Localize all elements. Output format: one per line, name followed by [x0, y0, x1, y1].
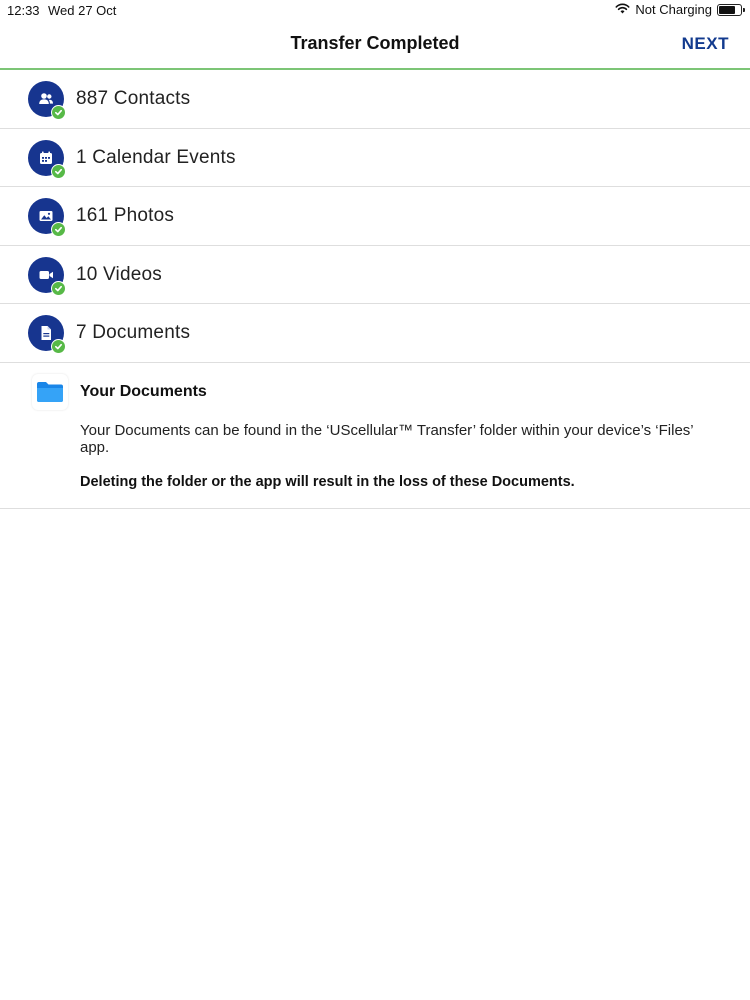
documents-info: Your Documents Your Documents can be fou…	[0, 363, 750, 509]
status-bar: 12:33 Wed 27 Oct Not Charging	[0, 0, 750, 20]
status-time: 12:33	[7, 3, 40, 18]
documents-info-warning: Deleting the folder or the app will resu…	[80, 474, 575, 490]
check-icon	[51, 105, 66, 120]
status-date: Wed 27 Oct	[48, 3, 117, 18]
photo-icon	[28, 198, 66, 238]
status-right: Not Charging	[615, 2, 745, 17]
list-item-contacts: 887 Contacts	[0, 70, 750, 129]
list-item-photos: 161 Photos	[0, 187, 750, 246]
folder-icon	[32, 374, 68, 410]
list-item-label: 1 Calendar Events	[76, 146, 236, 168]
documents-info-body: Your Documents can be found in the ‘USce…	[80, 422, 694, 456]
transfer-list: 887 Contacts 1 Calendar Events 161 Photo…	[0, 70, 750, 363]
documents-info-title: Your Documents	[80, 383, 207, 400]
list-item-label: 7 Documents	[76, 322, 191, 344]
list-item-label: 161 Photos	[76, 205, 175, 227]
wifi-icon	[615, 2, 630, 17]
charging-status: Not Charging	[635, 2, 712, 17]
check-icon	[51, 163, 66, 179]
list-item-documents: 7 Documents	[0, 304, 750, 363]
video-icon	[28, 256, 66, 296]
document-icon	[28, 315, 66, 355]
list-item-calendar: 1 Calendar Events	[0, 129, 750, 188]
list-item-label: 887 Contacts	[76, 88, 191, 109]
battery-icon	[717, 3, 745, 16]
check-icon	[51, 339, 66, 355]
list-item-label: 10 Videos	[76, 263, 162, 285]
next-button[interactable]: NEXT	[682, 34, 729, 54]
nav-bar: Transfer Completed NEXT	[0, 20, 750, 69]
page-title: Transfer Completed	[290, 33, 460, 53]
check-icon	[51, 280, 66, 296]
contacts-icon	[28, 81, 66, 120]
calendar-icon	[28, 139, 66, 179]
check-icon	[51, 222, 66, 238]
list-item-videos: 10 Videos	[0, 246, 750, 305]
